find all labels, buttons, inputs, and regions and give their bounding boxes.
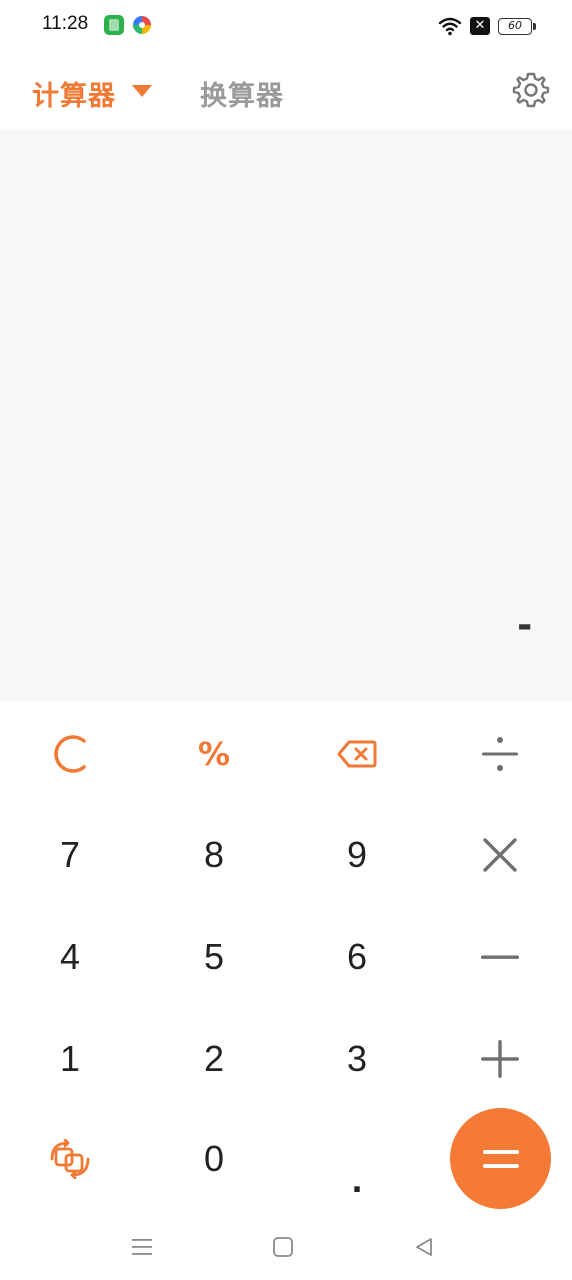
- header: 计算器 换算器: [0, 56, 572, 128]
- divide-button[interactable]: [440, 706, 560, 802]
- plus-icon: [481, 1040, 519, 1078]
- key-1-label: 1: [59, 1038, 81, 1079]
- key-9[interactable]: 9: [297, 807, 417, 903]
- minus-icon: [481, 955, 519, 959]
- display-value: -: [517, 599, 532, 648]
- battery-level: 60: [508, 18, 522, 32]
- backspace-icon: [337, 740, 377, 768]
- key-0[interactable]: 0: [154, 1111, 274, 1207]
- key-6-label: 6: [346, 936, 368, 977]
- wifi-icon: [438, 17, 462, 36]
- minus-button[interactable]: [440, 909, 560, 1005]
- pinwheel-icon: [133, 16, 151, 34]
- home-icon[interactable]: [268, 1232, 298, 1262]
- app-icon: [104, 15, 124, 35]
- divide-icon: [482, 737, 518, 771]
- percent-label: %: [197, 735, 231, 773]
- clear-button[interactable]: [10, 706, 130, 802]
- equals-button[interactable]: [450, 1108, 551, 1209]
- backspace-button[interactable]: [297, 706, 417, 802]
- navigation-bar: [0, 1222, 572, 1280]
- key-2-label: 2: [203, 1038, 225, 1079]
- clear-icon: [54, 735, 86, 773]
- key-7-label: 7: [59, 834, 81, 875]
- key-8[interactable]: 8: [154, 807, 274, 903]
- multiply-icon: [483, 838, 517, 872]
- equals-icon: [482, 1149, 519, 1168]
- caret-down-icon[interactable]: [132, 85, 152, 97]
- key-5-label: 5: [203, 936, 225, 977]
- status-icons: ✕ 60: [438, 14, 536, 38]
- battery-icon: 60: [498, 17, 536, 35]
- decimal-label: .: [351, 1158, 363, 1201]
- tab-converter[interactable]: 换算器: [200, 74, 284, 113]
- key-4[interactable]: 4: [10, 909, 130, 1005]
- key-2[interactable]: 2: [154, 1011, 274, 1107]
- tab-calculator[interactable]: 计算器: [32, 74, 116, 113]
- key-9-label: 9: [346, 834, 368, 875]
- key-8-label: 8: [203, 834, 225, 875]
- multiply-button[interactable]: [440, 807, 560, 903]
- percent-button[interactable]: %: [154, 706, 274, 802]
- key-0-label: 0: [203, 1138, 225, 1179]
- menu-icon[interactable]: [127, 1232, 157, 1262]
- back-icon[interactable]: [409, 1232, 439, 1262]
- gear-icon[interactable]: [512, 71, 550, 109]
- key-5[interactable]: 5: [154, 909, 274, 1005]
- status-bar: 11:28 ✕ 60: [0, 0, 572, 52]
- key-1[interactable]: 1: [10, 1011, 130, 1107]
- decimal-button[interactable]: .: [297, 1125, 417, 1221]
- plus-button[interactable]: [440, 1011, 560, 1107]
- key-4-label: 4: [59, 936, 81, 977]
- key-7[interactable]: 7: [10, 807, 130, 903]
- close-box-icon: ✕: [470, 17, 490, 35]
- swap-icon: [50, 1139, 90, 1179]
- key-3-label: 3: [346, 1038, 368, 1079]
- status-time: 11:28: [42, 13, 89, 34]
- key-3[interactable]: 3: [297, 1011, 417, 1107]
- calculator-display: -: [0, 130, 572, 701]
- swap-mode-button[interactable]: [10, 1111, 130, 1207]
- key-6[interactable]: 6: [297, 909, 417, 1005]
- keypad: % 7 8 9 4 5 6 1 2 3 0 .: [0, 701, 572, 1221]
